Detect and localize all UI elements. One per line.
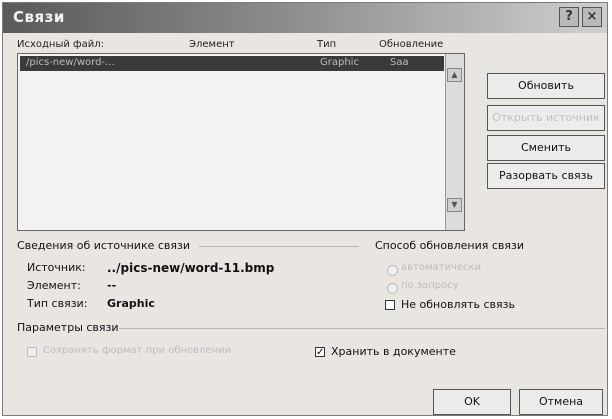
cancel-button[interactable]: Отмена — [519, 389, 603, 415]
change-source-button[interactable]: Сменить источник... — [487, 135, 605, 178]
scroll-up-button[interactable]: ▲ — [447, 68, 462, 82]
arrow-down-icon: ▼ — [451, 200, 458, 209]
column-header-type[interactable]: Тип — [317, 39, 336, 50]
update-method-heading: Способ обновления связи — [375, 239, 524, 252]
row-update: Saa — [390, 57, 409, 68]
break-link-button[interactable]: Разорвать связь — [487, 163, 605, 189]
save-format-label: Сохранять формат при обновлении — [43, 345, 232, 356]
link-type-value: Graphic — [107, 297, 155, 310]
source-label: Источник: — [27, 261, 86, 274]
close-icon: × — [586, 9, 598, 24]
no-update-checkbox[interactable] — [385, 300, 395, 310]
checkmark-icon: ✓ — [316, 347, 325, 358]
element-value: -- — [107, 279, 117, 292]
close-button[interactable]: × — [582, 7, 602, 27]
auto-update-label: автоматически — [401, 262, 482, 273]
store-in-document-checkbox[interactable]: ✓ — [315, 347, 325, 358]
list-scrollbar[interactable]: ▲ ▼ — [445, 54, 464, 230]
dialog-title: Связи — [13, 8, 65, 26]
link-params-heading: Параметры связи — [17, 321, 119, 334]
row-source: /pics-new/word-... — [26, 57, 115, 68]
links-dialog: Связи ? × Исходный файл: Элемент Тип Обн… — [2, 2, 608, 416]
link-type-label: Тип связи: — [27, 297, 88, 310]
save-format-checkbox[interactable] — [27, 347, 37, 357]
column-header-source[interactable]: Исходный файл: — [17, 39, 104, 50]
auto-update-radio[interactable] — [387, 265, 398, 276]
source-info-heading: Сведения об источнике связи — [17, 239, 190, 252]
title-bar[interactable]: Связи ? × — [3, 3, 607, 33]
row-type: Graphic — [320, 57, 359, 68]
help-icon: ? — [565, 9, 573, 24]
column-header-element[interactable]: Элемент — [189, 39, 235, 50]
source-info-divider — [199, 246, 359, 247]
link-params-divider — [119, 328, 605, 329]
update-now-button[interactable]: Обновить — [487, 73, 605, 99]
manual-update-radio[interactable] — [387, 283, 398, 294]
help-button[interactable]: ? — [559, 7, 579, 27]
column-header-update[interactable]: Обновление — [379, 39, 443, 50]
arrow-up-icon: ▲ — [451, 70, 458, 79]
store-in-document-label: Хранить в документе — [331, 345, 456, 358]
element-label: Элемент: — [27, 279, 81, 292]
open-source-button[interactable]: Открыть источник — [487, 105, 605, 131]
source-value: ../pics-new/word-11.bmp — [107, 261, 275, 275]
no-update-label: Не обновлять связь — [401, 298, 515, 311]
links-list[interactable]: /pics-new/word-... Graphic Saa ▲ ▼ — [17, 53, 465, 231]
scroll-down-button[interactable]: ▼ — [447, 198, 462, 212]
table-row[interactable]: /pics-new/word-... Graphic Saa — [20, 56, 444, 71]
ok-button[interactable]: OK — [433, 389, 511, 415]
manual-update-label: по запросу — [401, 280, 459, 291]
